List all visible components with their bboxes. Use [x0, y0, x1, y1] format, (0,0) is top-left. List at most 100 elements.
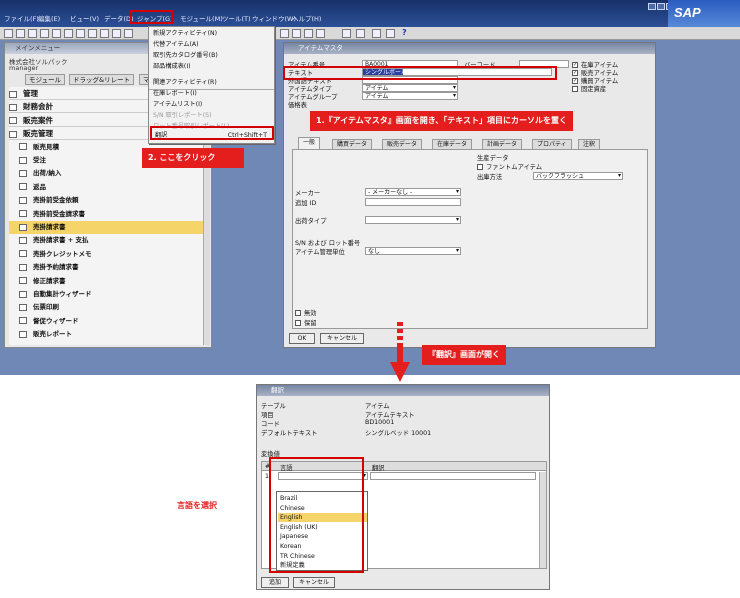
main-menu-item[interactable]: 売掛クレジットメモ: [9, 248, 205, 261]
toolbar-icon[interactable]: [292, 29, 301, 38]
toolbar-icon[interactable]: [40, 29, 49, 38]
jump-menu-item[interactable]: 部品構成表(I): [153, 62, 191, 71]
grid-scrollbar[interactable]: [539, 472, 546, 568]
manufacturer-label: メーカー: [295, 190, 321, 197]
menu-edit[interactable]: 編集(E): [38, 13, 60, 23]
checkbox-icon: [295, 320, 301, 326]
add-button[interactable]: 追加: [261, 577, 289, 588]
item-master-title: アイテムマスタ: [284, 43, 655, 54]
jump-menu-item[interactable]: 関連アクティビティ(R): [153, 78, 217, 87]
main-menu-item[interactable]: 返品: [9, 181, 205, 194]
menu-window[interactable]: ウィンドウ(W): [252, 13, 296, 23]
toolbar-icon[interactable]: [16, 29, 25, 38]
item-master-window: アイテムマスタ アイテム番号 BA0001 テキスト シングルボール 外国語テキスト アイ…: [283, 42, 656, 348]
main-menu-item[interactable]: 督促ウィザード: [9, 315, 205, 328]
toolbar-icon[interactable]: [280, 29, 289, 38]
translation-cancel-button[interactable]: キャンセル: [293, 577, 335, 588]
menu-module[interactable]: モジュール(M): [180, 13, 223, 23]
tab-inventory[interactable]: 在庫データ: [432, 139, 473, 149]
help-icon[interactable]: ?: [402, 28, 407, 37]
translation-field-value: アイテム: [365, 403, 390, 410]
toolbar-icon[interactable]: [304, 29, 313, 38]
maximize-icon[interactable]: [657, 3, 665, 10]
main-menu-item[interactable]: 売掛請求書 + 支払: [9, 234, 205, 247]
document-icon: [19, 263, 27, 271]
menu-file[interactable]: ファイル(F): [4, 13, 39, 23]
translation-input[interactable]: [370, 472, 536, 480]
additional-id-input[interactable]: [365, 198, 461, 206]
toolbar-icon[interactable]: [64, 29, 73, 38]
tab-general[interactable]: 一般: [298, 137, 321, 149]
toolbar-icon[interactable]: [88, 29, 97, 38]
main-menu-item[interactable]: 出荷/納入: [9, 167, 205, 180]
tab-purchasing[interactable]: 購買データ: [332, 139, 373, 149]
jump-menu-item[interactable]: 新規アクティビティ(N): [153, 29, 217, 38]
main-menu-item[interactable]: 自動集計ウィザード: [9, 288, 205, 301]
callout-step2: 2. ここをクリック: [142, 148, 244, 168]
main-menu-item[interactable]: 売掛前受金依頼: [9, 194, 205, 207]
tab-sales[interactable]: 販売データ: [382, 139, 423, 149]
highlight-translate-item: [150, 126, 274, 140]
document-icon: [19, 277, 27, 285]
pencil-icon[interactable]: [342, 29, 351, 38]
field-input[interactable]: アイテム: [362, 84, 458, 92]
jump-menu-item[interactable]: 在庫レポート(I): [153, 89, 197, 98]
main-menu-item[interactable]: 売掛前受金請求書: [9, 208, 205, 221]
highlight-jump-menu: [130, 10, 173, 24]
additional-id-label: 追加 ID: [295, 200, 317, 207]
tab-properties[interactable]: プロパティ: [532, 139, 572, 149]
jump-menu-item[interactable]: アイテムリスト(I): [153, 100, 202, 109]
toolbar-icon[interactable]: [124, 29, 133, 38]
warning-icon[interactable]: [372, 29, 381, 38]
toolbar-icon[interactable]: [76, 29, 85, 38]
item-type-checkbox[interactable]: 固定資産: [572, 84, 606, 93]
menubar: ファイル(F) 編集(E) ビュー(V) データ(D) ジャンプ(G) モジュー…: [0, 0, 740, 27]
phantom-item-checkbox[interactable]: ファントムアイテム: [477, 162, 542, 171]
translation-field-value: アイテムテキスト: [365, 412, 415, 419]
main-menu-item[interactable]: 売掛請求書: [9, 221, 205, 234]
menu-help[interactable]: ヘルプ(H): [292, 13, 321, 23]
issue-method-label: 出庫方法: [477, 174, 503, 181]
main-menu-item[interactable]: 売掛予約請求書: [9, 261, 205, 274]
hold-checkbox[interactable]: 保留: [295, 318, 317, 327]
shipping-type-select[interactable]: [365, 216, 461, 224]
document-icon: [19, 250, 27, 258]
toolbar-icon[interactable]: [4, 29, 13, 38]
document-icon: [19, 169, 27, 177]
inactive-checkbox[interactable]: 無効: [295, 308, 317, 317]
tab-remarks[interactable]: 注釈: [578, 139, 601, 149]
toolbar-icon[interactable]: [386, 29, 395, 38]
jump-menu-item[interactable]: 代替アイテム(A): [153, 40, 199, 49]
module-icon: [9, 103, 17, 111]
tab-drag-relate[interactable]: ドラッグ&リレート: [69, 74, 135, 85]
toolbar-icon[interactable]: [52, 29, 61, 38]
issue-method-select[interactable]: バックフラッシュ: [533, 172, 623, 180]
callout-opens: 『翻訳』画面が開く: [422, 345, 506, 365]
tab-modules[interactable]: モジュール: [25, 74, 66, 85]
toolbar-icon[interactable]: [112, 29, 121, 38]
toolbar-icon[interactable]: [28, 29, 37, 38]
item-mgmt-select[interactable]: なし: [365, 247, 461, 255]
toolbar-icon[interactable]: [316, 29, 325, 38]
cancel-button[interactable]: キャンセル: [320, 333, 364, 344]
module-icon: [9, 117, 17, 125]
manufacturer-select[interactable]: - メーカーなし -: [365, 188, 461, 196]
minimize-icon[interactable]: [648, 3, 656, 10]
production-data-label: 生産データ: [477, 155, 509, 162]
menu-tools[interactable]: ツール(T): [222, 13, 251, 23]
document-icon: [19, 183, 27, 191]
callout-select-language: 言語を選択: [177, 501, 217, 510]
main-menu-item[interactable]: 伝票印刷: [9, 301, 205, 314]
jump-menu-item[interactable]: 取引先カタログ番号(B): [153, 51, 218, 60]
main-menu-item[interactable]: 修正請求書: [9, 275, 205, 288]
ok-button[interactable]: OK: [289, 333, 315, 344]
menu-view[interactable]: ビュー(V): [70, 13, 99, 23]
translation-field-label: コード: [261, 421, 280, 428]
toolbar-icon[interactable]: [356, 29, 365, 38]
tab-planning[interactable]: 計画データ: [482, 139, 523, 149]
shipping-type-label: 出荷タイプ: [295, 218, 327, 225]
toolbar-icon[interactable]: [100, 29, 109, 38]
main-menu-item[interactable]: 販売レポート: [9, 328, 205, 341]
column-header-translation: 翻訳: [372, 465, 385, 472]
field-input[interactable]: アイテム: [362, 92, 458, 100]
